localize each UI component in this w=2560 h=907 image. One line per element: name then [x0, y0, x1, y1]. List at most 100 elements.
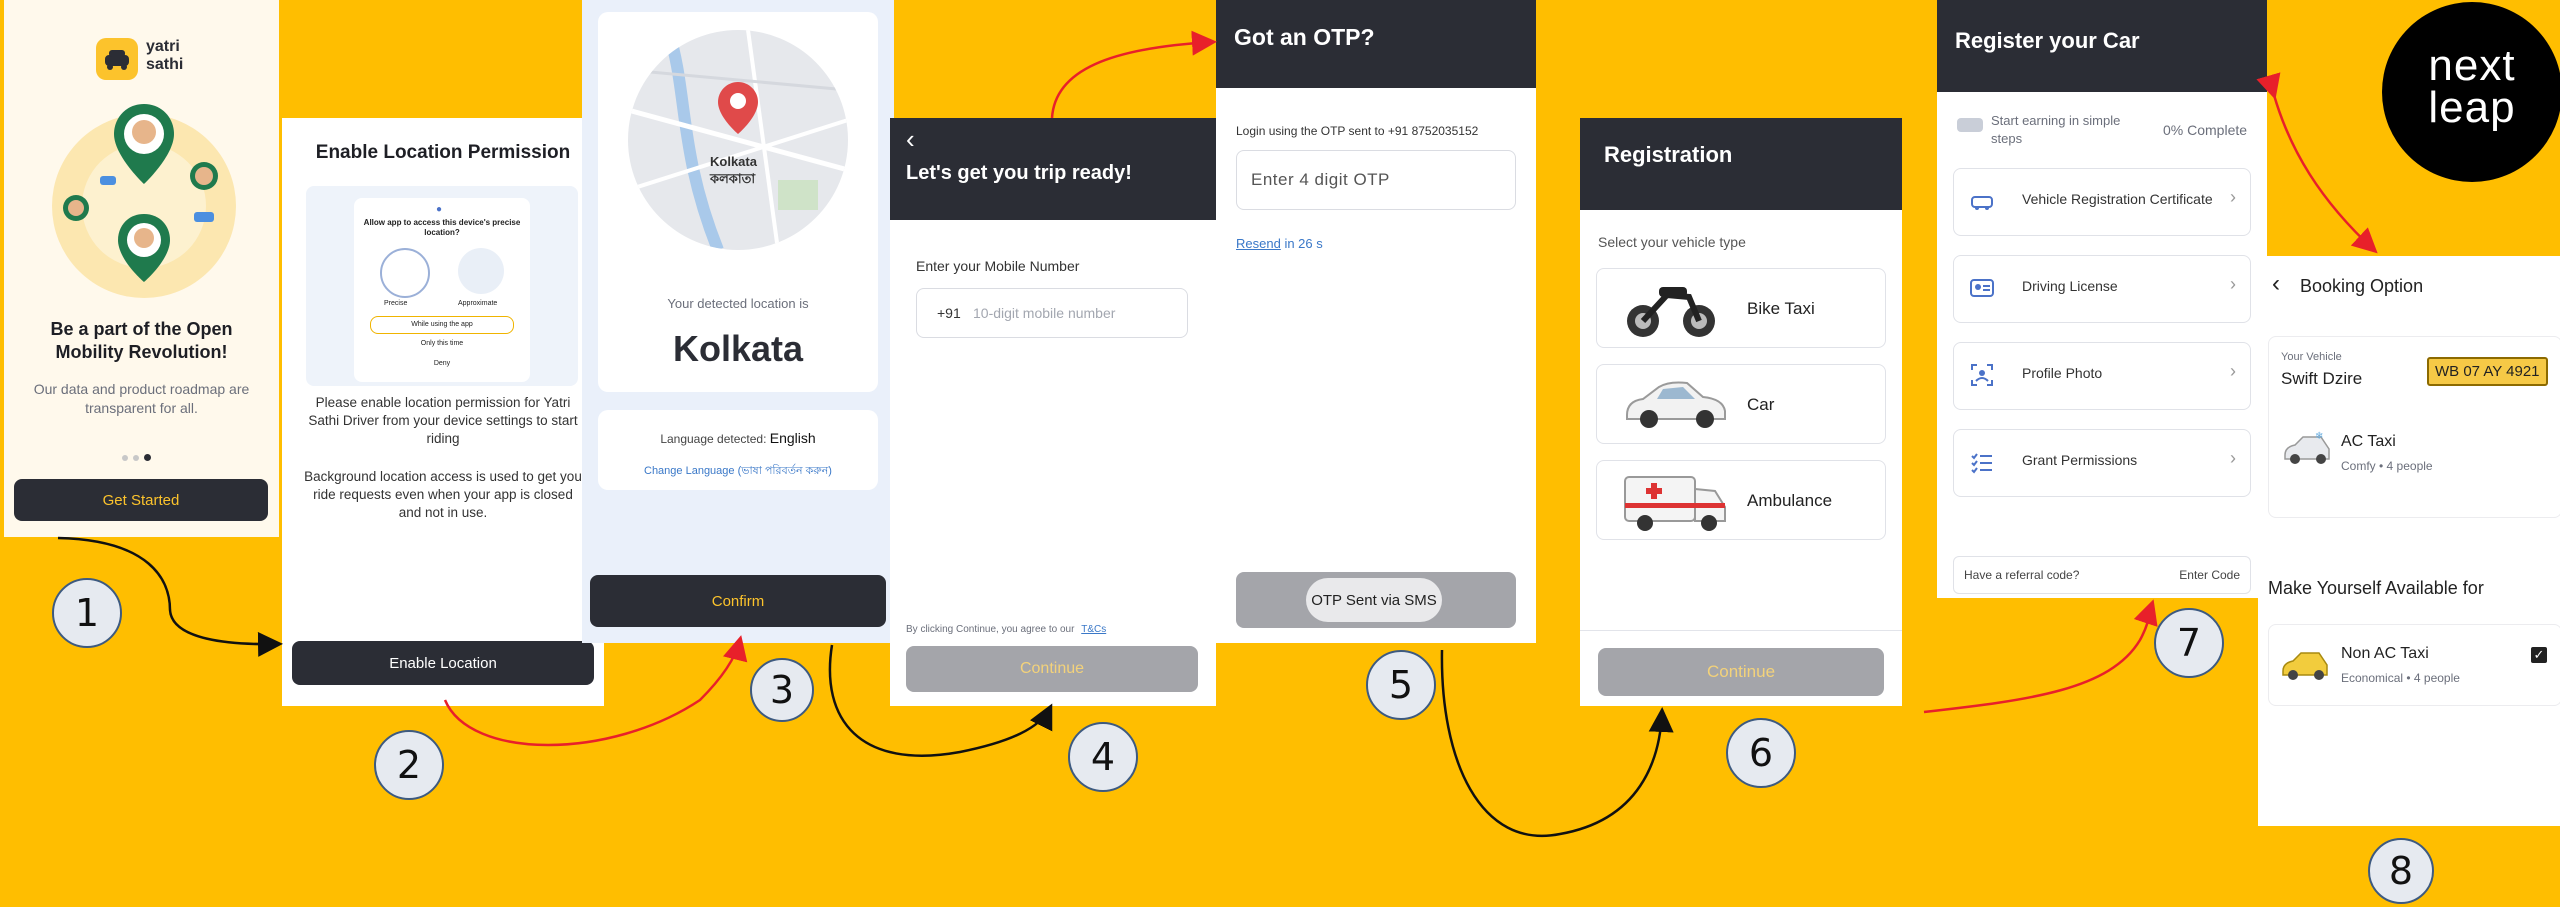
continue-button[interactable]: Continue [1598, 648, 1884, 696]
mobile-placeholder: 10-digit mobile number [973, 305, 1116, 321]
step-number: 4 [1068, 722, 1138, 792]
trip-ready-title: Let's get you trip ready! [906, 162, 1132, 184]
doc-profile-photo[interactable]: Profile Photo › [1953, 342, 2251, 410]
confirm-button[interactable]: Confirm [590, 575, 886, 627]
map-label-bn: কলকাতা [710, 171, 756, 186]
nonac-option[interactable]: Non AC Taxi Economical • 4 people ✓ [2268, 624, 2560, 706]
vehicle-label: Ambulance [1747, 491, 1833, 510]
booking-option-title: Booking Option [2300, 276, 2424, 296]
approximate-map-icon [458, 248, 504, 294]
brand-line-1: yatri [146, 38, 180, 55]
resend-link[interactable]: Resend [1236, 236, 1281, 251]
pager-dots [122, 448, 151, 466]
car-icon [1626, 381, 1726, 428]
step-number: 3 [750, 658, 814, 722]
logo-line-1: next [2428, 41, 2516, 90]
doc-grant-permissions[interactable]: Grant Permissions › [1953, 429, 2251, 497]
permission-para-1: Please enable location permission for Ya… [308, 395, 578, 446]
nonac-sub: Economical • 4 people [2341, 671, 2460, 685]
otp-title: Got an OTP? [1234, 24, 1375, 50]
checkbox-checked-icon[interactable]: ✓ [2531, 647, 2547, 663]
checklist-icon [1971, 453, 1992, 474]
step-number: 2 [374, 730, 444, 800]
select-vehicle-label: Select your vehicle type [1598, 234, 1746, 250]
location-pin-icon [718, 82, 758, 134]
back-icon[interactable]: ‹ [2272, 270, 2280, 298]
option-while-using[interactable]: While using the app [370, 316, 514, 334]
otp-input[interactable]: Enter 4 digit OTP [1236, 150, 1516, 210]
available-for-title: Make Yourself Available for [2268, 578, 2484, 598]
mobile-label: Enter your Mobile Number [916, 258, 1080, 274]
screen-registration: Registration Select your vehicle type Bi… [1580, 118, 1902, 706]
detected-city: Kolkata [672, 328, 804, 369]
vehicle-option-ambulance[interactable]: Ambulance [1596, 460, 1886, 540]
mobility-illustration [52, 104, 236, 298]
permission-para-2: Background location access is used to ge… [304, 469, 582, 520]
country-code: +91 [937, 305, 961, 321]
enable-location-button[interactable]: Enable Location [292, 641, 594, 685]
vehicle-name: Swift Dzire [2281, 369, 2363, 388]
number-plate: WB 07 AY 4921 [2427, 357, 2548, 386]
car-small-icon [1957, 118, 1983, 132]
change-language-link[interactable]: Change Language (ভাষা পরিবর্তন করুন) [598, 462, 878, 481]
vehicle-option-car[interactable]: Car [1596, 364, 1886, 444]
nonac-car-icon [2282, 652, 2328, 680]
terms-text: By clicking Continue, you agree to our T… [906, 624, 1106, 635]
onboarding-headline: Be a part of the Open Mobility Revolutio… [50, 319, 233, 362]
id-card-icon [1970, 279, 1994, 297]
screen-location-permission: Enable Location Permission ● Allow app t… [282, 118, 604, 706]
language-detected-label: Language detected: [660, 432, 767, 446]
screen-booking-option: ‹ Booking Option Your Vehicle Swift Dzir… [2258, 256, 2560, 826]
option-deny[interactable]: Deny [370, 360, 514, 367]
doc-label: Grant Permissions [2022, 452, 2138, 468]
earning-steps: Start earning in simple steps [1991, 113, 2121, 146]
toast-bar: OTP Sent via SMS [1236, 572, 1516, 628]
nonac-title: Non AC Taxi [2341, 645, 2429, 662]
resend-timer: in 26 s [1284, 236, 1323, 251]
car-document-icon [1971, 196, 1993, 210]
dialog-title: Allow app to access this device's precis… [363, 218, 521, 237]
step-number: 8 [2368, 838, 2434, 904]
screen-register-car: Register your Car Start earning in simpl… [1937, 0, 2267, 598]
doc-label: Profile Photo [2022, 365, 2103, 381]
back-icon[interactable]: ‹ [906, 124, 915, 155]
register-car-title: Register your Car [1955, 28, 2140, 53]
language-detected-value: English [769, 430, 816, 446]
profile-photo-icon [1971, 364, 1993, 386]
ac-taxi-sub: Comfy • 4 people [2341, 459, 2433, 473]
screen-detected-location: Kolkata কলকাতা Your detected location is… [582, 0, 894, 643]
referral-box: Have a referral code? Enter Code [1953, 556, 2251, 594]
vehicle-card: Your Vehicle Swift Dzire WB 07 AY 4921 ❄… [2268, 336, 2560, 518]
terms-link[interactable]: T&Cs [1081, 624, 1106, 635]
registration-title: Registration [1604, 142, 1733, 167]
permission-dialog-preview: ● Allow app to access this device's prec… [306, 186, 578, 386]
enter-code-link[interactable]: Enter Code [2179, 568, 2240, 582]
location-pin-icon: ● [436, 204, 443, 215]
otp-placeholder: Enter 4 digit OTP [1251, 170, 1390, 189]
yatri-sathi-logo-icon [96, 38, 138, 80]
your-vehicle-label: Your Vehicle [2281, 351, 2342, 363]
chevron-right-icon: › [2230, 448, 2236, 468]
screen-otp: Got an OTP? Login using the OTP sent to … [1216, 0, 1536, 643]
precise-map-icon [380, 248, 430, 298]
doc-label: Vehicle Registration Certificate [2022, 191, 2213, 207]
map-label-en: Kolkata [710, 154, 757, 169]
doc-driving-license[interactable]: Driving License › [1953, 255, 2251, 323]
logo-line-2: leap [2428, 83, 2516, 132]
vehicle-option-bike[interactable]: Bike Taxi [1596, 268, 1886, 348]
vehicle-label: Bike Taxi [1747, 299, 1815, 318]
mobile-input[interactable]: +91 10-digit mobile number [916, 288, 1188, 338]
doc-label: Driving License [2022, 278, 2118, 294]
continue-button[interactable]: Continue [906, 646, 1198, 692]
chevron-right-icon: › [2230, 187, 2236, 207]
chevron-right-icon: › [2230, 361, 2236, 381]
map-preview [628, 30, 848, 250]
otp-sent-to: Login using the OTP sent to +91 87520351… [1236, 124, 1479, 138]
referral-label: Have a referral code? [1964, 568, 2080, 582]
progress-percent: 0% Complete [2163, 122, 2248, 138]
option-only-this-time[interactable]: Only this time [370, 340, 514, 347]
precise-label: Precise [384, 300, 408, 307]
get-started-button[interactable]: Get Started [14, 479, 268, 521]
permission-title: Enable Location Permission [315, 142, 571, 163]
doc-vehicle-rc[interactable]: Vehicle Registration Certificate › [1953, 168, 2251, 236]
